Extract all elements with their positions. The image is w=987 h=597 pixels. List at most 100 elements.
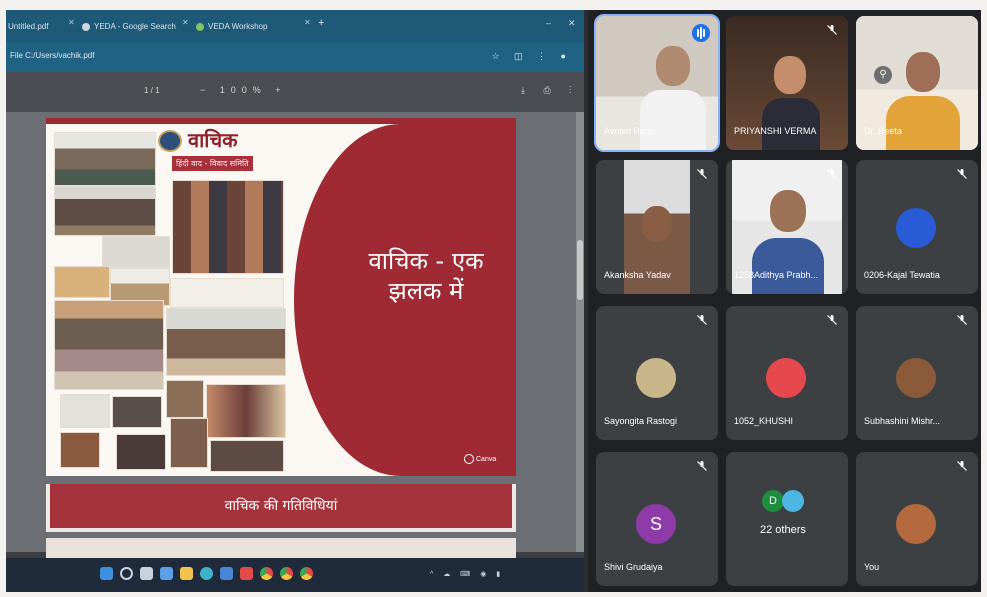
windows-start-icon[interactable] — [100, 567, 113, 580]
avatar: S — [636, 504, 676, 544]
chrome-icon[interactable] — [260, 567, 273, 580]
avatar-initial: S — [649, 514, 662, 534]
participant-name: 1052_KHUSHI — [734, 416, 794, 426]
avatar — [782, 490, 804, 512]
participant-face — [656, 46, 690, 86]
tab-label: Untitled.pdf — [8, 22, 49, 31]
chrome-icon[interactable] — [300, 567, 313, 580]
collage-photo — [166, 308, 286, 376]
edge-icon[interactable] — [200, 567, 213, 580]
pdf-browser-window: Untitled.pdf ✕ YEDA - Google Search ✕ VE… — [6, 10, 584, 592]
avatar — [766, 358, 806, 398]
participant-name: Subhashini Mishr... — [864, 416, 941, 426]
participant-tile[interactable]: ⚲ Dr. Reeta — [856, 16, 978, 150]
app-icon[interactable] — [240, 567, 253, 580]
pin-icon[interactable]: ⚲ — [874, 66, 892, 84]
pdf-download-print-icons[interactable]: ⤓ ⎙ ⋮ — [521, 85, 579, 96]
collage-photo — [170, 418, 208, 468]
address-bar-icons[interactable]: ☆ ◫ ⋮ ● — [491, 51, 572, 62]
task-view-icon[interactable] — [140, 567, 153, 580]
logo-subtitle: हिंदी वाद - विवाद समिति — [172, 156, 253, 171]
avatar — [636, 358, 676, 398]
pdf-scroll-thumb[interactable] — [577, 240, 583, 300]
participant-name: Sayongita Rastogi — [604, 416, 678, 426]
participant-shirt — [640, 90, 706, 150]
browser-tab-pdf[interactable]: Untitled.pdf — [8, 18, 48, 36]
participant-name: Shivi Grudaiya — [604, 562, 663, 572]
participant-name: Dr. Reeta — [864, 126, 903, 136]
windows-taskbar: ^ ☁ ⌨ ◉ ▮ — [6, 558, 584, 592]
window-close-icon[interactable]: ✕ — [568, 18, 576, 29]
collage-photo — [54, 266, 110, 298]
tab-label: VEDA Workshop — [208, 22, 268, 31]
pdf-slide-2: वाचिक की गतिविधियां — [46, 484, 516, 532]
participant-tile[interactable]: Avnish Rana — [594, 14, 720, 152]
participant-name: You — [864, 562, 880, 572]
collage-photo — [54, 132, 156, 186]
new-tab-icon[interactable]: + — [318, 17, 324, 29]
participant-name: 0206-Kajal Tewatia — [864, 270, 940, 280]
participant-face — [906, 52, 940, 92]
canva-logo-icon — [464, 454, 474, 464]
meet-icon — [196, 22, 204, 31]
collage-photo — [116, 434, 166, 470]
pdf-zoom-controls[interactable]: − 100% + — [200, 85, 287, 95]
others-tile[interactable]: D 22 others — [726, 452, 848, 586]
brand-label: Canva — [476, 455, 497, 463]
slide-title-line-1: वाचिक - एक — [368, 247, 484, 275]
participant-face — [770, 190, 806, 232]
address-bar[interactable]: File C:/Users/vachik.pdf ☆ ◫ ⋮ ● — [6, 42, 584, 72]
emblem-icon — [158, 130, 182, 152]
participant-tile[interactable]: Subhashini Mishr... — [856, 306, 978, 440]
mic-off-icon — [697, 169, 707, 179]
system-tray[interactable]: ^ ☁ ⌨ ◉ ▮ — [430, 570, 504, 578]
participant-face — [642, 206, 672, 242]
participant-tile[interactable]: 1052_KHUSHI — [726, 306, 848, 440]
file-explorer-icon[interactable] — [180, 567, 193, 580]
mic-off-icon — [827, 25, 837, 35]
participant-tile[interactable]: PRIYANSHI VERMA — [726, 16, 848, 150]
collage-photo — [60, 432, 100, 468]
collage-photo — [206, 384, 286, 438]
minimize-icon[interactable]: – — [546, 18, 551, 28]
mic-off-icon — [697, 315, 707, 325]
participant-name: 1258Adithya Prabh... — [734, 270, 819, 280]
pdf-slide-1: वाचिक हिंदी वाद - विवाद समिति वाचिक - एक… — [46, 118, 516, 476]
screen: Untitled.pdf ✕ YEDA - Google Search ✕ VE… — [6, 10, 981, 592]
collage-photo — [54, 186, 156, 236]
canva-brand: Canva — [464, 454, 496, 464]
chrome-icon[interactable] — [280, 567, 293, 580]
mic-off-icon — [957, 169, 967, 179]
search-icon[interactable] — [120, 567, 133, 580]
browser-tab-bar: Untitled.pdf ✕ YEDA - Google Search ✕ VE… — [6, 10, 584, 42]
browser-tab-meet[interactable]: VEDA Workshop — [196, 18, 267, 36]
participant-tile[interactable]: 0206-Kajal Tewatia — [856, 160, 978, 294]
participant-tile[interactable]: Sayongita Rastogi — [596, 306, 718, 440]
participant-body — [886, 96, 960, 150]
participant-tile[interactable]: Akanksha Yadav — [596, 160, 718, 294]
google-icon — [82, 22, 90, 31]
collage-photo — [210, 440, 284, 472]
participant-tile-self[interactable]: You — [856, 452, 978, 586]
store-icon[interactable] — [220, 567, 233, 580]
pdf-toolbar: 1 / 1 − 100% + ⤓ ⎙ ⋮ — [6, 72, 584, 112]
avatar — [896, 208, 936, 248]
participant-tile[interactable]: S Shivi Grudaiya — [596, 452, 718, 586]
widgets-icon[interactable] — [160, 567, 173, 580]
collage-photo — [60, 394, 110, 428]
close-icon[interactable]: ✕ — [68, 18, 75, 27]
close-icon[interactable]: ✕ — [304, 18, 311, 27]
participant-tile[interactable]: 1258Adithya Prabh... — [726, 160, 848, 294]
close-icon[interactable]: ✕ — [182, 18, 189, 27]
browser-tab-search[interactable]: YEDA - Google Search — [82, 18, 176, 36]
collage-photo — [112, 396, 162, 428]
others-count: 22 others — [760, 524, 806, 536]
slide-title: वाचिक - एक झलक में — [346, 246, 506, 306]
pdf-slide-3-partial — [46, 538, 516, 560]
pdf-scrollbar[interactable] — [576, 112, 584, 552]
collage-photo — [172, 180, 284, 274]
avatar — [896, 504, 936, 544]
slide2-title: वाचिक की गतिविधियां — [224, 498, 338, 514]
collage-photo — [166, 380, 204, 418]
slide2-title-band: वाचिक की गतिविधियां — [50, 484, 512, 528]
